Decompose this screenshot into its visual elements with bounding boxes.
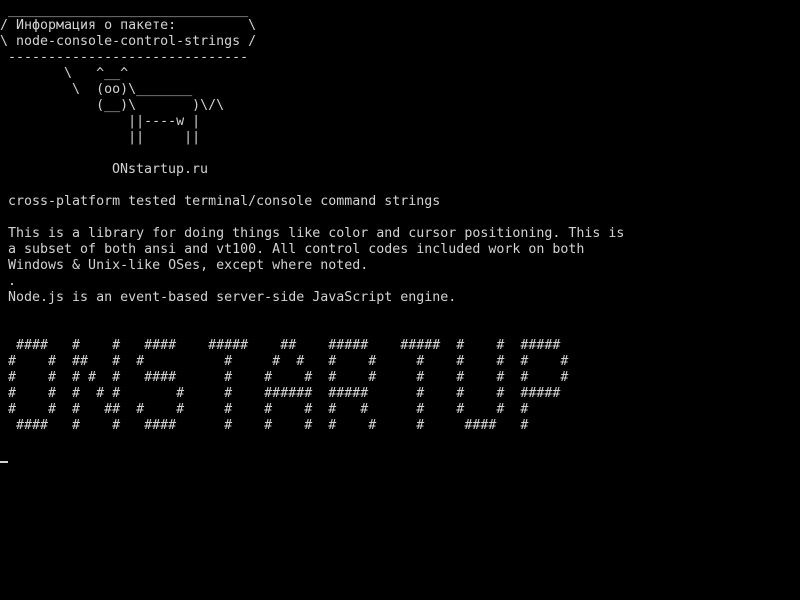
site-name: ONstartup.ru (112, 162, 209, 177)
description-line-1: This is a library for doing things like … (0, 226, 625, 241)
ascii-banner-row-1: #### # # #### ##### ## ##### ##### # # #… (0, 338, 561, 353)
description-dot: . (0, 274, 17, 289)
ascii-banner-row-4: # # # # # # # ###### ##### # # # ##### (0, 386, 561, 401)
package-summary: cross-platform tested terminal/console c… (0, 194, 441, 209)
cow-art-line-3: (__)\ )\/\ (0, 98, 225, 113)
description-line-3: Windows & Unix-like OSes, except where n… (0, 258, 369, 273)
speech-bubble-line-2: \ node-console-control-strings / (0, 34, 257, 49)
ascii-banner-row-6: #### # # #### # # # # # # #### # (0, 418, 529, 433)
speech-bubble-line-1: / Информация о пакете: \ (0, 18, 257, 33)
speech-bubble-bottom: ------------------------------ (0, 50, 249, 65)
nodejs-description: Node.js is an event-based server-side Ja… (0, 290, 457, 305)
cow-art-line-1: \ ^__^ (0, 66, 129, 81)
cow-art-line-2: \ (oo)\_______ (0, 82, 193, 97)
description-line-2: a subset of both ansi and vt100. All con… (0, 242, 585, 257)
terminal-screen[interactable]: ______________________________ / Информа… (0, 0, 800, 600)
ascii-banner-row-3: # # # # # #### # # # # # # # # # # (0, 370, 569, 385)
cow-art-line-4: ||----w | (0, 114, 201, 129)
speech-bubble-top: ______________________________ (0, 3, 249, 18)
cow-art-line-5: || || (0, 130, 201, 145)
ascii-banner-row-2: # # ## # # # # # # # # # # # # (0, 354, 569, 369)
ascii-banner-row-5: # # # ## # # # # # # # # # # # (0, 402, 529, 417)
terminal-cursor[interactable] (0, 461, 8, 463)
